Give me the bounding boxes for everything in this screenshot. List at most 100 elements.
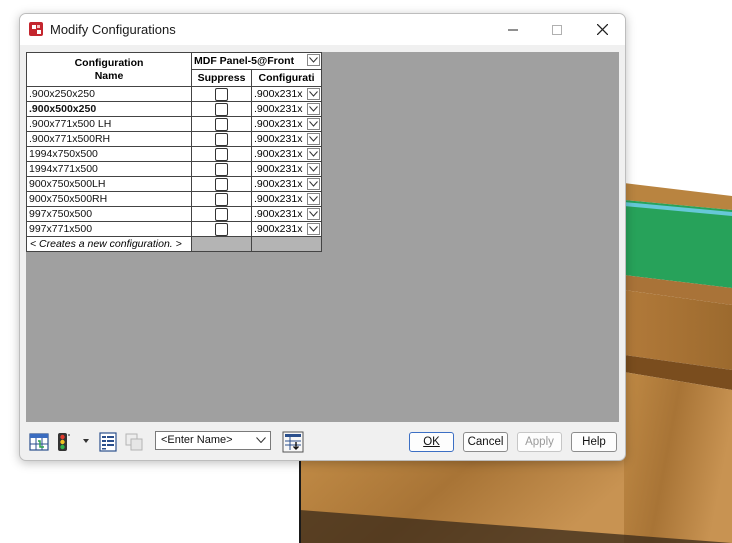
suppress-checkbox[interactable] — [215, 88, 228, 101]
suppress-cell — [191, 176, 252, 192]
configuration-name-cell[interactable]: .900x771x500 LH — [26, 116, 192, 132]
configuration-value-cell[interactable]: .900x231x — [251, 206, 322, 222]
configuration-value-cell[interactable]: .900x231x — [251, 116, 322, 132]
traffic-light-icon[interactable] — [56, 432, 78, 452]
chevron-down-icon[interactable] — [82, 437, 90, 445]
configuration-value-text: .900x231x — [254, 163, 303, 175]
suppress-cell — [191, 131, 252, 147]
chevron-down-icon — [309, 226, 318, 232]
configuration-name-cell[interactable]: .900x500x250 — [26, 101, 192, 117]
help-button[interactable]: Help — [571, 432, 617, 452]
configuration-dropdown-arrow[interactable] — [307, 133, 320, 145]
table-row: 900x750x500RH .900x231x — [26, 191, 322, 207]
configuration-name-cell[interactable]: 1994x750x500 — [26, 146, 192, 162]
configuration-name-cell[interactable]: 900x750x500LH — [26, 176, 192, 192]
configuration-dropdown-arrow[interactable] — [307, 223, 320, 235]
title-bar: Modify Configurations — [20, 14, 625, 45]
configuration-value-cell[interactable]: .900x231x — [251, 86, 322, 102]
configuration-value-text: .900x231x — [254, 148, 303, 160]
configuration-value-cell[interactable]: .900x231x — [251, 191, 322, 207]
table-row: .900x771x500RH .900x231x — [26, 131, 322, 147]
configuration-name-cell[interactable]: 997x750x500 — [26, 206, 192, 222]
suppress-checkbox[interactable] — [215, 133, 228, 146]
suppress-cell — [191, 146, 252, 162]
minimize-icon — [508, 29, 518, 30]
suppress-checkbox[interactable] — [215, 208, 228, 221]
table-row: 997x750x500 .900x231x — [26, 206, 322, 222]
chevron-down-icon — [309, 106, 318, 112]
configuration-value-cell[interactable]: .900x231x — [251, 161, 322, 177]
table-row: .900x500x250 .900x231x — [26, 101, 322, 117]
chevron-down-icon — [309, 151, 318, 157]
configuration-name-cell[interactable]: 900x750x500RH — [26, 191, 192, 207]
configuration-dropdown-arrow[interactable] — [307, 88, 320, 100]
suppress-checkbox[interactable] — [215, 193, 228, 206]
chevron-down-icon — [309, 196, 318, 202]
maximize-button[interactable] — [534, 14, 580, 45]
suppress-cell — [191, 86, 252, 102]
configuration-name-combobox[interactable]: <Enter Name> — [155, 431, 271, 450]
configuration-name-cell[interactable]: 997x771x500 — [26, 221, 192, 237]
configuration-value-cell[interactable]: .900x231x — [251, 146, 322, 162]
chevron-down-icon — [309, 166, 318, 172]
configuration-value-cell[interactable]: .900x231x — [251, 176, 322, 192]
feature-dropdown-arrow[interactable] — [307, 54, 320, 66]
table-row: 1994x771x500 .900x231x — [26, 161, 322, 177]
configuration-table-area: Configuration Name MDF Panel-5@Front Sup… — [26, 52, 619, 422]
maximize-icon — [552, 24, 562, 35]
suppress-checkbox[interactable] — [215, 148, 228, 161]
new-configuration-suppress-cell — [191, 236, 252, 252]
modify-configurations-dialog: Modify Configurations Configuration Name… — [19, 13, 626, 461]
suppress-checkbox[interactable] — [215, 103, 228, 116]
name-combobox-text: <Enter Name> — [161, 434, 233, 446]
new-configuration-config-cell — [251, 236, 322, 252]
configuration-value-text: .900x231x — [254, 133, 303, 145]
configuration-name-cell[interactable]: .900x771x500RH — [26, 131, 192, 147]
configuration-value-text: .900x231x — [254, 223, 303, 235]
table-row: 1994x750x500 .900x231x — [26, 146, 322, 162]
window-title: Modify Configurations — [50, 22, 176, 37]
suppress-cell — [191, 206, 252, 222]
app-icon — [29, 22, 43, 36]
table-row: 997x771x500 .900x231x — [26, 221, 322, 237]
suppress-cell — [191, 221, 252, 237]
new-configuration-row[interactable]: < Creates a new configuration. > — [26, 236, 192, 252]
chevron-down-icon — [309, 211, 318, 217]
suppress-checkbox[interactable] — [215, 223, 228, 236]
suppress-checkbox[interactable] — [215, 163, 228, 176]
table-row: .900x771x500 LH .900x231x — [26, 116, 322, 132]
cancel-button[interactable]: Cancel — [463, 432, 508, 452]
suppress-checkbox[interactable] — [215, 118, 228, 131]
configuration-name-cell[interactable]: .900x250x250 — [26, 86, 192, 102]
configuration-table: Configuration Name MDF Panel-5@Front Sup… — [26, 52, 322, 252]
configuration-value-text: .900x231x — [254, 193, 303, 205]
configuration-value-cell[interactable]: .900x231x — [251, 131, 322, 147]
configuration-dropdown-arrow[interactable] — [307, 103, 320, 115]
suppress-cell — [191, 116, 252, 132]
save-table-icon[interactable] — [282, 431, 304, 453]
configuration-dropdown-arrow[interactable] — [307, 178, 320, 190]
configuration-value-text: .900x231x — [254, 88, 303, 100]
table-row: .900x250x250 .900x231x — [26, 86, 322, 102]
configuration-dropdown-arrow[interactable] — [307, 193, 320, 205]
configuration-value-text: .900x231x — [254, 208, 303, 220]
configuration-dropdown-arrow[interactable] — [307, 118, 320, 130]
configuration-value-cell[interactable]: .900x231x — [251, 221, 322, 237]
suppress-checkbox[interactable] — [215, 178, 228, 191]
configuration-name-cell[interactable]: 1994x771x500 — [26, 161, 192, 177]
chevron-down-icon — [309, 121, 318, 127]
suppress-column-header: Suppress — [191, 69, 252, 87]
configuration-dropdown-arrow[interactable] — [307, 163, 320, 175]
close-icon — [596, 24, 608, 35]
parameters-icon[interactable] — [29, 432, 49, 452]
configuration-value-cell[interactable]: .900x231x — [251, 101, 322, 117]
configuration-dropdown-arrow[interactable] — [307, 208, 320, 220]
chevron-down-icon — [309, 57, 318, 63]
tables-icon[interactable] — [98, 432, 118, 452]
close-button[interactable] — [579, 14, 625, 45]
ok-button[interactable]: OK — [409, 432, 454, 452]
configuration-dropdown-arrow[interactable] — [307, 148, 320, 160]
minimize-button[interactable] — [490, 14, 536, 45]
apply-button[interactable]: Apply — [517, 432, 562, 452]
feature-header[interactable]: MDF Panel-5@Front — [191, 52, 322, 70]
